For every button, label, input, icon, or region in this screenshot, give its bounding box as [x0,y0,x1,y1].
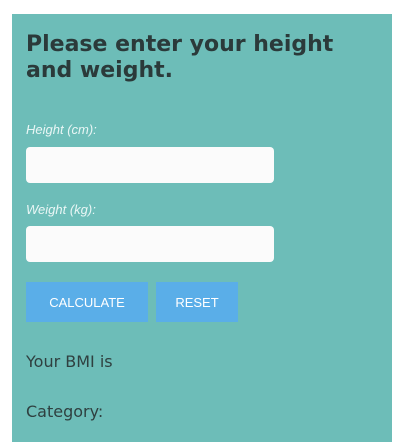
height-label: Height (cm): [26,122,97,137]
weight-label: Weight (kg): [26,202,96,217]
weight-input[interactable] [26,226,274,262]
form-heading: Please enter your height and weight. [26,32,334,83]
category-result-text: Category: [26,402,104,421]
bmi-calculator-panel: Please enter your height and weight. Hei… [12,14,392,442]
calculate-button[interactable]: CALCULATE [26,282,148,322]
reset-button[interactable]: RESET [156,282,238,322]
height-input[interactable] [26,147,274,183]
bmi-result-text: Your BMI is [26,352,113,371]
